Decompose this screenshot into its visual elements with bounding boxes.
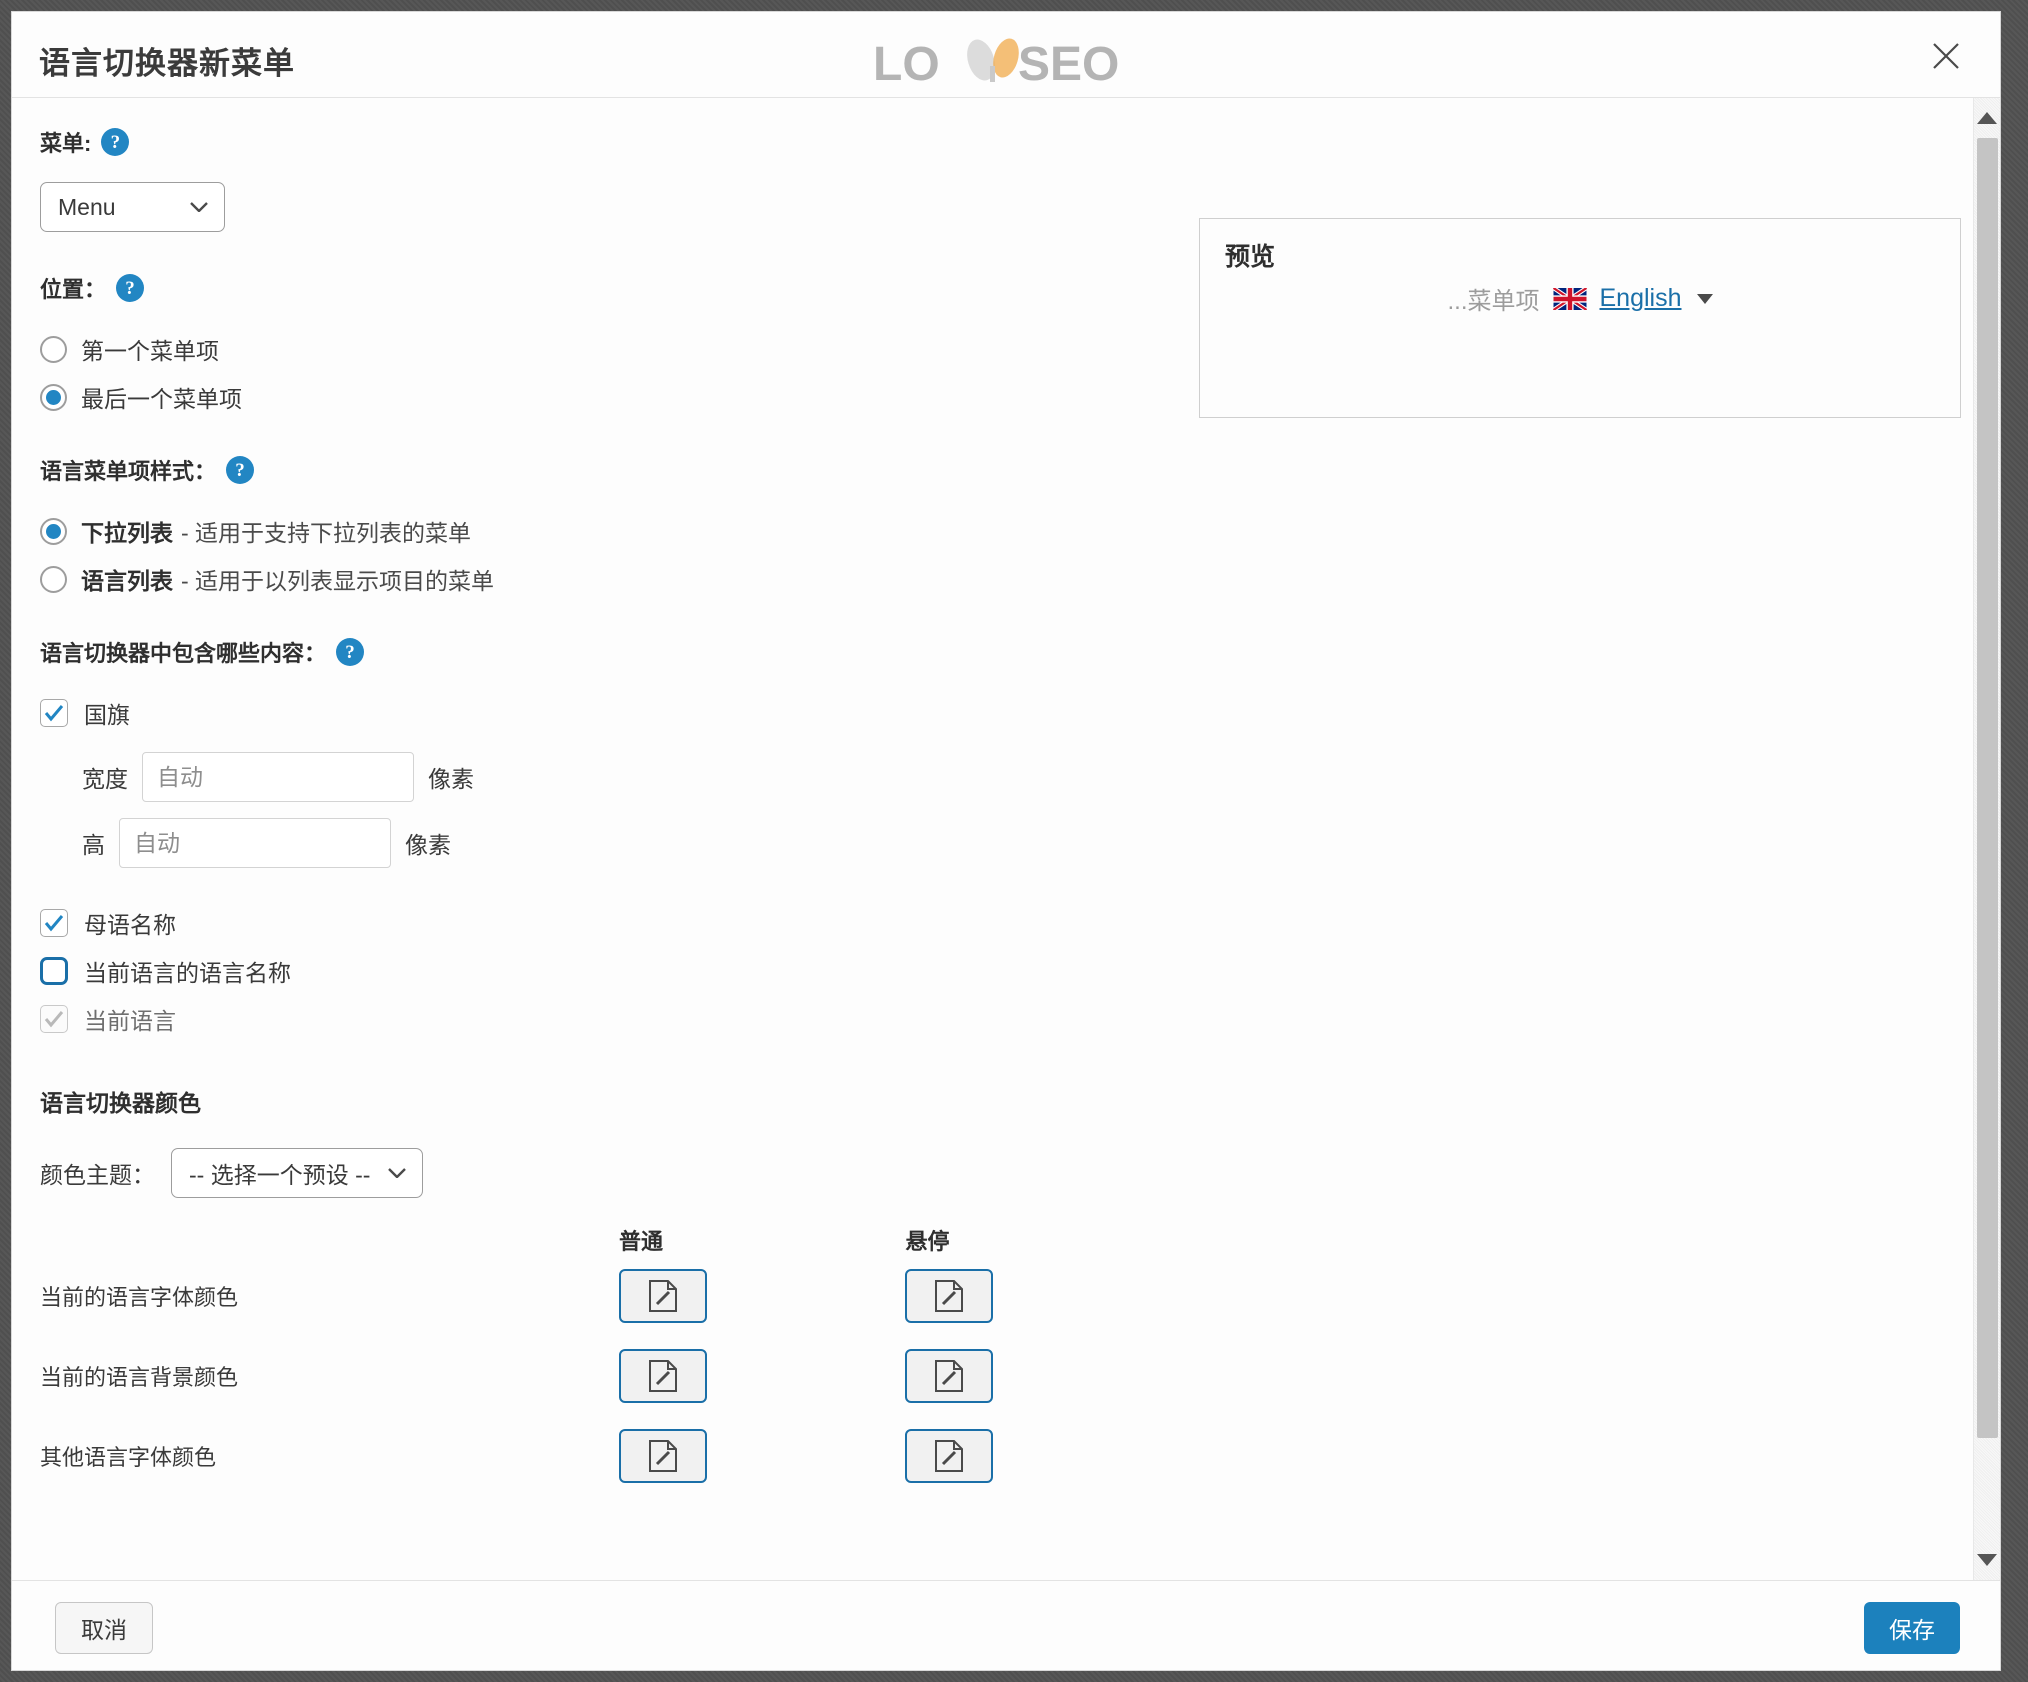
flag-height-row: 高 像素	[82, 818, 1192, 868]
checkbox-indicator	[40, 909, 68, 937]
flag-height-label: 高	[82, 832, 105, 858]
preview-title: 预览	[1225, 243, 1276, 271]
checkbox-current-language-name-label: 当前语言的语言名称	[84, 960, 291, 986]
table-row: 当前的语言字体颜色	[40, 1256, 1192, 1336]
flag-width-label: 宽度	[82, 766, 128, 792]
color-theme-row: 颜色主题： -- 选择一个预设 --	[40, 1148, 1192, 1198]
preview-panel: 预览 ...菜单项 English	[1199, 218, 1961, 418]
loyseo-logo: LO SEO	[873, 38, 1163, 90]
color-table-header: 普通 悬停	[40, 1220, 1192, 1256]
table-row: 其他语言字体颜色	[40, 1416, 1192, 1496]
help-icon-contents[interactable]: ?	[336, 638, 365, 666]
help-icon-menu[interactable]: ?	[101, 128, 130, 156]
checkbox-flag-label: 国旗	[84, 702, 130, 728]
color-theme-value: -- 选择一个预设 --	[189, 1162, 371, 1188]
color-column-hover: 悬停	[905, 1229, 950, 1254]
radio-style-list-name: 语言列表	[81, 568, 173, 594]
settings-form: 菜单: ? Menu 位置： ? 第一个菜单项 最后一个菜单项 语言菜单项样式：…	[12, 98, 1192, 1496]
flag-width-unit: 像素	[428, 766, 474, 792]
radio-style-dropdown[interactable]: 下拉列表 - 适用于支持下拉列表的菜单	[40, 514, 1192, 548]
checkbox-indicator	[40, 699, 68, 727]
checkbox-native-name-label: 母语名称	[84, 912, 176, 938]
color-swatch-current-font-normal[interactable]	[618, 1269, 707, 1323]
scroll-down-icon[interactable]	[1977, 1554, 1997, 1566]
color-swatch-current-font-hover[interactable]	[905, 1269, 994, 1323]
cancel-button[interactable]: 取消	[55, 1602, 153, 1654]
menu-label: 菜单:	[40, 131, 92, 156]
flag-width-input[interactable]	[142, 752, 414, 802]
color-swatch-other-font-hover[interactable]	[905, 1429, 994, 1483]
radio-position-last[interactable]: 最后一个菜单项	[40, 380, 1192, 414]
svg-text:LO: LO	[873, 38, 940, 90]
checkbox-current-language: 当前语言	[40, 1002, 1192, 1036]
menu-select[interactable]: Menu	[40, 182, 225, 232]
preview-language-link[interactable]: English	[1600, 284, 1682, 313]
color-row-label: 其他语言字体颜色	[40, 1445, 217, 1470]
save-button[interactable]: 保存	[1864, 1602, 1960, 1654]
radio-style-list[interactable]: 语言列表 - 适用于以列表显示项目的菜单	[40, 562, 1192, 596]
chevron-down-icon	[190, 202, 208, 212]
colors-section-title: 语言切换器颜色	[40, 1090, 201, 1116]
checkbox-flag[interactable]: 国旗	[40, 696, 1192, 730]
chevron-down-icon	[388, 1168, 407, 1178]
table-row: 当前的语言背景颜色	[40, 1336, 1192, 1416]
uk-flag-icon	[1552, 287, 1587, 310]
radio-position-last-label: 最后一个菜单项	[81, 386, 242, 412]
modal-body: 菜单: ? Menu 位置： ? 第一个菜单项 最后一个菜单项 语言菜单项样式：…	[12, 98, 2000, 1580]
checkbox-current-language-name[interactable]: 当前语言的语言名称	[40, 954, 1192, 988]
modal-footer: 取消 保存	[12, 1580, 2000, 1670]
screen-root: 语言切换器新菜单 LO SEO 菜单: ? Menu 位置： ? 第一个菜单项 …	[0, 0, 2028, 1682]
checkbox-indicator	[40, 1005, 68, 1033]
radio-style-dropdown-desc: - 适用于支持下拉列表的菜单	[181, 520, 472, 546]
radio-position-first[interactable]: 第一个菜单项	[40, 332, 1192, 366]
item-style-label-group: 语言菜单项样式： ?	[40, 454, 1192, 486]
svg-text:SEO: SEO	[1018, 38, 1119, 90]
position-label-group: 位置： ?	[40, 272, 1192, 304]
scrollbar-thumb[interactable]	[1977, 138, 1998, 1438]
contents-label-group: 语言切换器中包含哪些内容： ?	[40, 636, 1192, 668]
contents-label: 语言切换器中包含哪些内容：	[40, 641, 327, 666]
radio-position-first-label: 第一个菜单项	[81, 338, 219, 364]
scroll-up-icon[interactable]	[1977, 112, 1997, 124]
page-title: 语言切换器新菜单	[39, 46, 295, 81]
color-column-normal: 普通	[618, 1229, 663, 1254]
preview-menu-item: ...菜单项	[1447, 288, 1540, 315]
flag-width-row: 宽度 像素	[82, 752, 1192, 802]
help-icon-position[interactable]: ?	[116, 274, 145, 302]
modal-header: 语言切换器新菜单 LO SEO	[12, 12, 2000, 98]
color-swatch-current-bg-normal[interactable]	[618, 1349, 707, 1403]
checkbox-native-name[interactable]: 母语名称	[40, 906, 1192, 940]
color-swatch-current-bg-hover[interactable]	[905, 1349, 994, 1403]
position-label: 位置：	[40, 277, 107, 302]
radio-style-list-desc: - 适用于以列表显示项目的菜单	[181, 568, 495, 594]
language-switcher-modal: 语言切换器新菜单 LO SEO 菜单: ? Menu 位置： ? 第一个菜单项 …	[12, 12, 2000, 1670]
menu-label-group: 菜单: ?	[40, 126, 1192, 158]
radio-indicator	[40, 517, 67, 545]
color-row-label: 当前的语言字体颜色	[40, 1285, 239, 1310]
flag-height-unit: 像素	[405, 832, 451, 858]
preview-content: ...菜单项 English	[1200, 281, 1960, 316]
item-style-label: 语言菜单项样式：	[40, 459, 217, 484]
color-swatch-other-font-normal[interactable]	[618, 1429, 707, 1483]
color-theme-select[interactable]: -- 选择一个预设 --	[171, 1148, 424, 1198]
radio-indicator	[40, 383, 67, 411]
color-row-label: 当前的语言背景颜色	[40, 1365, 239, 1390]
caret-down-icon	[1696, 293, 1713, 304]
checkbox-current-language-label: 当前语言	[84, 1008, 176, 1034]
vertical-scrollbar[interactable]	[1973, 98, 2000, 1580]
radio-style-dropdown-name: 下拉列表	[81, 520, 173, 546]
radio-indicator	[40, 565, 67, 593]
flag-height-input[interactable]	[119, 818, 391, 868]
color-table: 普通 悬停 当前的语言字体颜色 当前的语言背景颜色 其他语言字体颜色	[40, 1220, 1192, 1496]
menu-select-value: Menu	[58, 193, 116, 220]
color-theme-label: 颜色主题：	[40, 1162, 155, 1188]
radio-indicator	[40, 335, 67, 363]
help-icon-item-style[interactable]: ?	[226, 456, 255, 484]
checkbox-indicator	[40, 957, 68, 985]
close-icon[interactable]	[1928, 38, 1964, 74]
